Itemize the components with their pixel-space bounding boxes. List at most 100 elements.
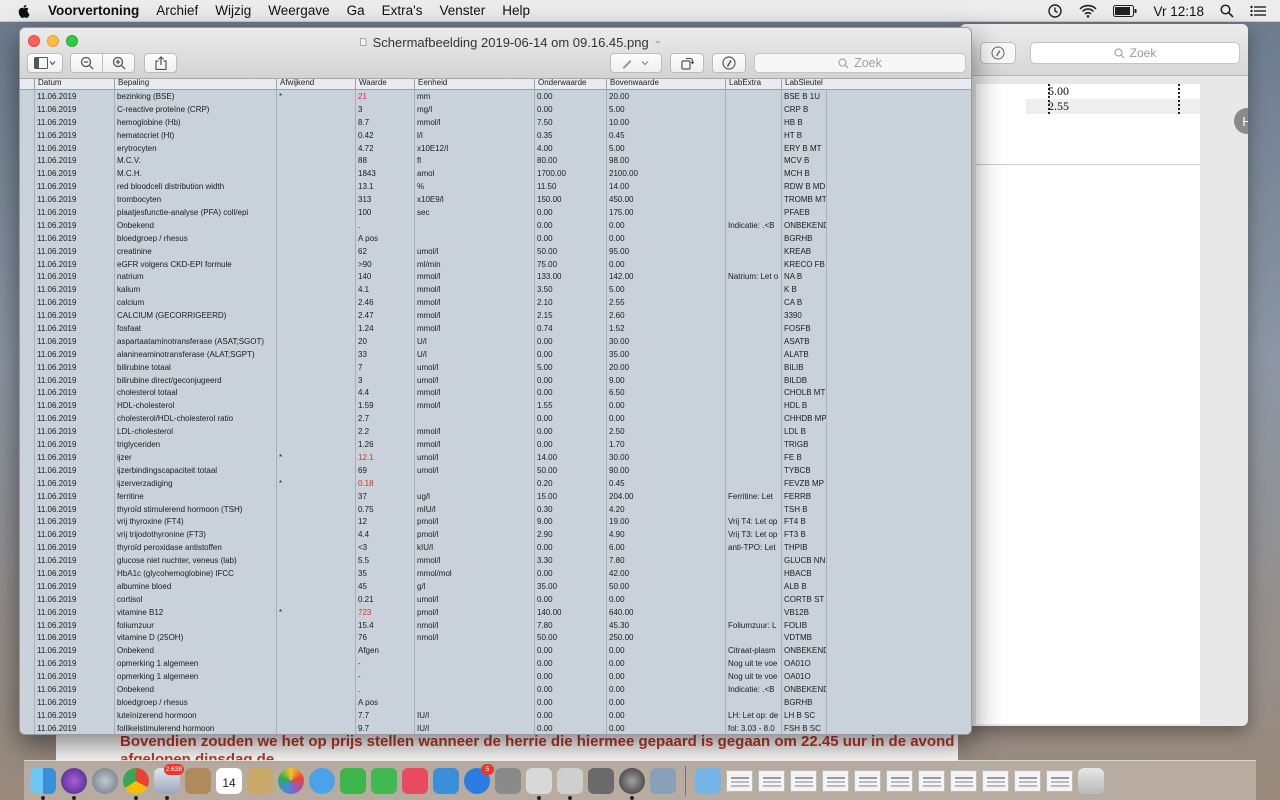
window-title[interactable]: Schermafbeelding 2019-06-14 om 09.16.45.… <box>360 33 660 51</box>
menu-venster[interactable]: Venster <box>439 3 485 18</box>
calendar-dock-icon[interactable]: 14 <box>216 767 242 794</box>
table-row[interactable]: 11.06.2019 ijzer * 12.1 umol/l 14.00 30.00 FE B <box>20 452 971 465</box>
window-titlebar[interactable]: Schermafbeelding 2019-06-14 om 09.16.45.… <box>20 28 971 79</box>
preview-dock-icon[interactable] <box>526 767 552 800</box>
menu-weergave[interactable]: Weergave <box>268 3 329 18</box>
header-bepaling[interactable]: Bepaling <box>114 79 276 90</box>
apple-menu-icon[interactable] <box>16 3 32 19</box>
finder-dock-icon[interactable] <box>30 767 56 800</box>
table-row[interactable]: 11.06.2019 vitamine D (25OH) 76 nmol/l 50.00… <box>20 632 971 645</box>
background-search-field[interactable]: Zoek <box>1030 42 1240 64</box>
minimize-window-button[interactable] <box>47 35 59 47</box>
table-row[interactable]: 11.06.2019 thyroïd peroxidase antistoffen… <box>20 542 971 555</box>
photos-dock-icon[interactable] <box>278 767 304 794</box>
table-row[interactable]: 11.06.2019 Onbekend. 0.00 0.00 Indicatie: .<… <box>20 684 971 697</box>
minimized-window-thumbnail[interactable] <box>854 769 881 792</box>
table-row[interactable]: 11.06.2019 opmerking 1 algemeen - 0.00 0.00 N… <box>20 658 971 671</box>
header-onderwaarde[interactable]: Onderwaarde <box>534 79 606 90</box>
contacts-dock-icon[interactable] <box>247 767 273 794</box>
table-row[interactable]: 11.06.2019 glucose niet nuchter, veneus (… <box>20 555 971 568</box>
minimized-window-thumbnail[interactable] <box>726 769 753 792</box>
table-row[interactable]: 11.06.2019 trombocyten 313 x10E9/l 150.00 450… <box>20 194 971 207</box>
table-row[interactable]: 11.06.2019 M.C.H. 1843 amol 1700.00 2100.00 MC… <box>20 168 971 181</box>
avatar[interactable]: H <box>1234 108 1248 134</box>
header-waarde[interactable]: Waarde <box>355 79 414 90</box>
menu-wijzig[interactable]: Wijzig <box>215 3 251 18</box>
table-row[interactable]: 11.06.2019 bloedgroep / rhesus A pos 0.00 0.… <box>20 233 971 246</box>
keynote-dock-icon[interactable] <box>433 767 459 794</box>
header-labsleutel[interactable]: LabSleutel <box>781 79 826 90</box>
zoom-window-button[interactable] <box>66 35 78 47</box>
table-row[interactable]: 11.06.2019 erytrocyten 4.72 x10E12/l 4.00 5.0… <box>20 143 971 156</box>
minimized-window-thumbnail[interactable] <box>758 769 785 792</box>
numbers-dock-icon[interactable] <box>371 767 397 794</box>
header-bovenwaarde[interactable]: Bovenwaarde <box>606 79 725 90</box>
app-menu[interactable]: Voorvertoning <box>48 3 139 18</box>
table-row[interactable]: 11.06.2019 aspartaataminotransferase (ASA… <box>20 336 971 349</box>
menu-help[interactable]: Help <box>502 3 530 18</box>
notification-center-icon[interactable] <box>1250 5 1266 17</box>
markup-button[interactable] <box>980 42 1016 64</box>
preview-window[interactable]: Schermafbeelding 2019-06-14 om 09.16.45.… <box>19 27 972 735</box>
zoom-in-button[interactable] <box>102 53 135 73</box>
image-capture-dock-icon[interactable] <box>650 767 676 794</box>
downloads-folder-dock-icon[interactable] <box>695 767 721 794</box>
table-row[interactable]: 11.06.2019 fosfaat 1.24 mmol/l 0.74 1.52 FOSFB <box>20 323 971 336</box>
messages-dock-icon[interactable] <box>309 767 335 794</box>
table-row[interactable]: 11.06.2019 albumine bloed 45 g/l 35.00 50.00 A… <box>20 581 971 594</box>
utilities-dock-icon[interactable] <box>588 767 614 794</box>
table-row[interactable]: 11.06.2019 kalium 4.1 mmol/l 3.50 5.00 K B <box>20 284 971 297</box>
launchpad-dock-icon[interactable] <box>92 767 118 794</box>
header-datum[interactable]: Datum <box>34 79 114 90</box>
table-row[interactable]: 11.06.2019 bezinking (BSE) * 21 mm 0.00 20.00 B… <box>20 91 971 104</box>
minimized-window-thumbnail[interactable] <box>918 769 945 792</box>
table-row[interactable]: 11.06.2019 vrij thyroxine (FT4) 12 pmol/l 9.… <box>20 516 971 529</box>
notes-dock-icon[interactable] <box>185 767 211 794</box>
table-row[interactable]: 11.06.2019 luteïnizerend hormoon 7.7 IU/l 0.… <box>20 710 971 723</box>
minimized-window-thumbnail[interactable] <box>1046 769 1073 792</box>
facetime-dock-icon[interactable] <box>340 767 366 794</box>
minimized-window-thumbnail[interactable] <box>1014 769 1041 792</box>
menu-extras[interactable]: Extra's <box>382 3 423 18</box>
table-row[interactable]: 11.06.2019 triglyceriden 1.26 mmol/l 0.00 1.7… <box>20 439 971 452</box>
minimized-window-thumbnail[interactable] <box>822 769 849 792</box>
menubar-clock[interactable]: Vr 12:18 <box>1153 4 1204 19</box>
share-button[interactable] <box>144 53 177 73</box>
table-row[interactable]: 11.06.2019 LDL-cholesterol 2.2 mmol/l 0.00 2.… <box>20 426 971 439</box>
table-row[interactable]: 11.06.2019 ijzerverzadiging * 0.18 0.20 0.45 F… <box>20 478 971 491</box>
zoom-out-button[interactable] <box>70 53 103 73</box>
table-row[interactable]: 11.06.2019 plaatjesfunctie-analyse (PFA) … <box>20 207 971 220</box>
table-row[interactable]: 11.06.2019 cortisol 0.21 umol/l 0.00 0.00 CORT… <box>20 594 971 607</box>
chevron-down-icon[interactable] <box>655 39 660 45</box>
table-row[interactable]: 11.06.2019 alanineaminotransferase (ALAT;… <box>20 349 971 362</box>
table-row[interactable]: 11.06.2019 M.C.V. 88 fl 80.00 98.00 MCV B <box>20 155 971 168</box>
time-machine-icon[interactable] <box>1047 3 1063 19</box>
table-row[interactable]: 11.06.2019 hemoglobine (Hb) 8.7 mmol/l 7.50 1… <box>20 117 971 130</box>
close-window-button[interactable] <box>28 35 40 47</box>
table-row[interactable]: 11.06.2019 follikelstimulerend hormoon 9.7… <box>20 723 971 734</box>
table-row[interactable]: 11.06.2019 Onbekend. 0.00 0.00 Indicatie: .<… <box>20 220 971 233</box>
background-document-window[interactable]: Zoek 5.00 2.55 H <box>960 24 1248 726</box>
header-eenheid[interactable]: Eenheid <box>414 79 534 90</box>
table-row[interactable]: 11.06.2019 Onbekend Afgen 0.00 0.00 Citraat-… <box>20 645 971 658</box>
table-row[interactable]: 11.06.2019 hematocriet (Ht) 0.42 l/l 0.35 0.4… <box>20 130 971 143</box>
app-store-dock-icon[interactable]: 5 <box>464 763 494 794</box>
rotate-button[interactable] <box>670 53 704 73</box>
lab-results-table[interactable]: Datum Bepaling Afwijkend Waarde Eenheid … <box>20 79 971 734</box>
table-row[interactable]: 11.06.2019 ijzerbindingscapaciteit totaal… <box>20 465 971 478</box>
table-row[interactable]: 11.06.2019 opmerking 1 algemeen - 0.00 0.00 N… <box>20 671 971 684</box>
table-row[interactable]: 11.06.2019 HbA1c (glycohemoglobine) IFCC 3… <box>20 568 971 581</box>
chrome-dock-icon[interactable] <box>123 767 149 800</box>
table-row[interactable]: 11.06.2019 vitamine B12 * 723 pmol/l 140.00 64… <box>20 607 971 620</box>
header-afwijkend[interactable]: Afwijkend <box>276 79 355 90</box>
table-row[interactable]: 11.06.2019 red bloodcell distribution wid… <box>20 181 971 194</box>
table-row[interactable]: 11.06.2019 foliumzuur 15.4 nmol/l 7.80 45.30 F… <box>20 620 971 633</box>
markup-pen-button[interactable] <box>610 53 662 73</box>
table-row[interactable]: 11.06.2019 cholesterol/HDL-cholesterol ra… <box>20 413 971 426</box>
search-field[interactable]: Zoek <box>754 53 966 73</box>
battery-icon[interactable] <box>1113 5 1137 17</box>
wifi-icon[interactable] <box>1079 4 1098 18</box>
table-row[interactable]: 11.06.2019 thyroïd stimulerend hormoon (T… <box>20 504 971 517</box>
minimized-window-thumbnail[interactable] <box>790 769 817 792</box>
table-row[interactable]: 11.06.2019 CALCIUM (GECORRIGEERD) 2.47 mmol… <box>20 310 971 323</box>
